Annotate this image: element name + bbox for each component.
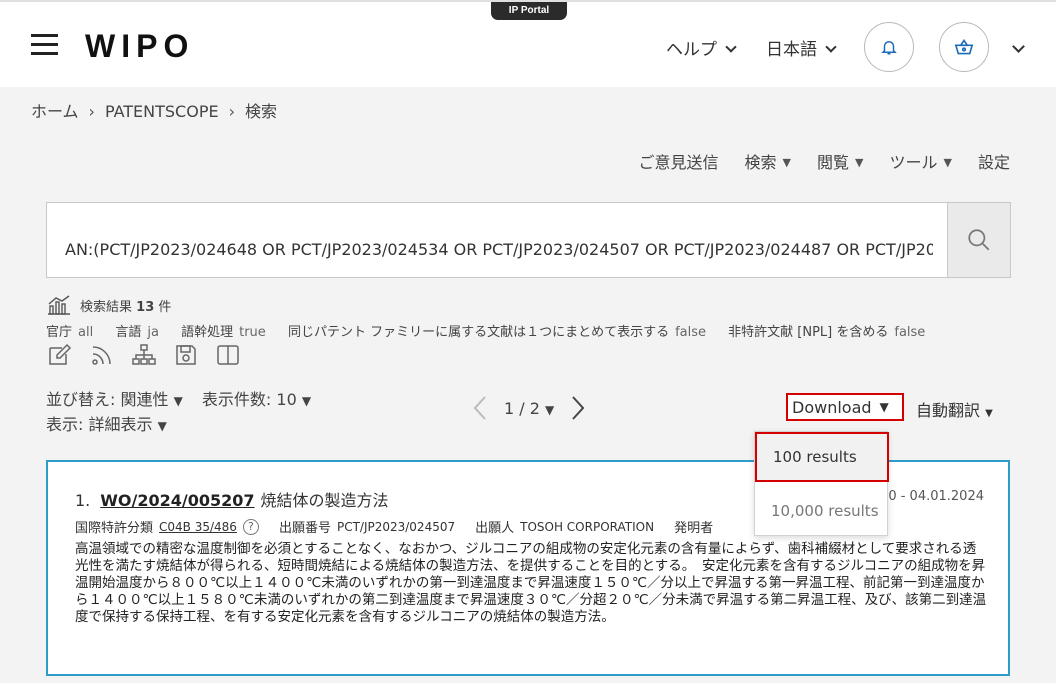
menu-search[interactable]: 検索 ▼ (745, 149, 791, 173)
menu-settings[interactable]: 設定 (978, 149, 1010, 173)
breadcrumb-patentscope[interactable]: PATENTSCOPE (105, 102, 219, 121)
app-no-value: PCT/JP2023/024507 (336, 519, 456, 534)
top-header: IP Portal WIPO ヘルプ 日本語 (0, 0, 1056, 87)
save-icon[interactable] (172, 342, 200, 368)
per-page-label: 表示件数: 10 (201, 390, 297, 409)
triangle-down-icon: ▼ (855, 156, 864, 169)
help-label: ヘルプ (666, 40, 717, 60)
active-filters: 官庁 all 言語 ja 語幹処理 true 同じパテント ファミリーに属する文献は１… (46, 321, 925, 340)
download-option-10000[interactable]: 10,000 results (755, 486, 889, 536)
sort-dropdown[interactable]: 並び替え: 関連性 ▼ (46, 390, 183, 409)
triangle-down-icon: ▼ (157, 419, 167, 433)
split-view-icon[interactable] (214, 342, 242, 368)
display-mode-label: 表示: 詳細表示 (46, 415, 153, 434)
result-meta: 国際特許分類 C04B 35/486 ? 出願番号 PCT/JP2023/024… (75, 517, 713, 536)
download-label: Download (792, 397, 872, 417)
page-select[interactable]: 1 / 2 ▼ (504, 399, 554, 418)
result-title: 焼結体の製造方法 (260, 491, 389, 510)
filter-value: false (675, 325, 707, 340)
breadcrumb-separator: › (88, 102, 95, 121)
bar-chart-icon[interactable] (46, 295, 72, 315)
filter-label: 語幹処理 (181, 325, 234, 340)
language-dropdown[interactable]: 日本語 (766, 35, 837, 60)
menu-browse-label: 閲覧 (817, 153, 850, 172)
breadcrumb-current: 検索 (244, 102, 277, 121)
bell-icon (881, 41, 897, 55)
edit-icon[interactable] (46, 342, 74, 368)
sort-label: 並び替え: 関連性 (46, 390, 169, 409)
result-index: 1. (75, 491, 91, 510)
ip-portal-tab[interactable]: IP Portal (491, 2, 567, 20)
breadcrumb-separator: › (228, 102, 235, 121)
triangle-down-icon: ▼ (943, 156, 952, 169)
rss-icon[interactable] (88, 342, 116, 368)
menu-browse[interactable]: 閲覧 ▼ (817, 149, 863, 173)
results-count: 13 (136, 299, 155, 315)
pagination: 1 / 2 ▼ (468, 393, 590, 423)
triangle-down-icon: ▼ (879, 400, 889, 414)
inventor-label: 発明者 (674, 521, 714, 536)
filter-value: false (894, 325, 926, 340)
result-number-link[interactable]: WO/2024/005207 (100, 491, 254, 510)
wipo-logo[interactable]: WIPO (85, 28, 194, 65)
filter-label: 官庁 (46, 325, 73, 340)
help-dropdown[interactable]: ヘルプ (666, 35, 737, 60)
result-date: 0 - 04.01.2024 (888, 489, 984, 504)
result-abstract: 高温領域での精密な温度制御を必須とすることなく、なおかつ、ジルコニアの組成物の安… (75, 541, 987, 625)
page-indicator: 1 / 2 (504, 398, 540, 418)
filter-value: ja (147, 325, 159, 340)
chevron-down-icon (725, 41, 737, 53)
chevron-down-icon (825, 41, 837, 53)
caret-down-icon: ▼ (985, 408, 993, 419)
results-label: 検索結果 (80, 299, 133, 315)
filter-value: true (239, 325, 266, 340)
next-page-icon[interactable] (566, 393, 590, 423)
applicant-label: 出願人 (475, 521, 515, 536)
auto-translate-dropdown[interactable]: 自動翻訳 ▼ (916, 397, 993, 421)
display-mode-dropdown[interactable]: 表示: 詳細表示 ▼ (46, 411, 167, 435)
prev-page-icon[interactable] (468, 393, 492, 423)
result-tools (46, 342, 242, 368)
per-page-dropdown[interactable]: 表示件数: 10 ▼ (202, 390, 311, 409)
download-menu: 100 results 10,000 results (754, 431, 889, 536)
notifications-button[interactable] (864, 22, 914, 72)
results-unit: 件 (158, 299, 172, 315)
ipc-code-link[interactable]: C04B 35/486 (159, 520, 237, 534)
triangle-down-icon: ▼ (173, 394, 183, 408)
result-title-line: 1. WO/2024/005207 焼結体の製造方法 (75, 487, 389, 511)
download-option-100[interactable]: 100 results (755, 432, 889, 482)
search-box (46, 202, 948, 278)
filter-label: 非特許文献 [NPL] を含める (728, 325, 889, 340)
menu-feedback[interactable]: ご意見送信 (639, 149, 719, 173)
breadcrumb: ホーム › PATENTSCOPE › 検索 (31, 98, 277, 122)
breadcrumb-home[interactable]: ホーム (31, 102, 79, 121)
language-label: 日本語 (766, 40, 817, 60)
filter-label: 言語 (115, 325, 142, 340)
triangle-down-icon: ▼ (782, 156, 792, 169)
menu-tools[interactable]: ツール ▼ (890, 149, 952, 173)
auto-translate-label: 自動翻訳 (916, 401, 981, 420)
account-chevron-down-icon[interactable] (1012, 40, 1025, 53)
triangle-down-icon: ▼ (301, 394, 312, 408)
app-no-label: 出願番号 (278, 521, 331, 536)
download-button[interactable]: Download ▼ (786, 393, 904, 421)
search-input[interactable] (65, 240, 933, 259)
triangle-down-icon: ▼ (545, 402, 555, 417)
menu-tools-label: ツール (889, 153, 938, 172)
filter-value: all (78, 325, 94, 340)
basket-icon (954, 38, 974, 55)
ipc-label: 国際特許分類 (75, 521, 154, 536)
sort-controls: 並び替え: 関連性 ▼ 表示件数: 10 ▼ (46, 386, 325, 410)
hamburger-icon[interactable] (31, 34, 58, 56)
cart-button[interactable] (939, 22, 989, 72)
help-icon[interactable]: ? (242, 518, 259, 535)
search-button[interactable] (947, 202, 1011, 278)
menu-search-label: 検索 (744, 153, 777, 172)
results-summary: 検索結果 13 件 (46, 295, 171, 315)
search-icon (968, 229, 990, 251)
tree-icon[interactable] (130, 342, 158, 368)
applicant-value: TOSOH CORPORATION (520, 519, 655, 534)
secondary-menu: ご意見送信 検索 ▼ 閲覧 ▼ ツール ▼ 設定 (639, 149, 1010, 173)
filter-label: 同じパテント ファミリーに属する文献は１つにまとめて表示する (287, 325, 670, 340)
